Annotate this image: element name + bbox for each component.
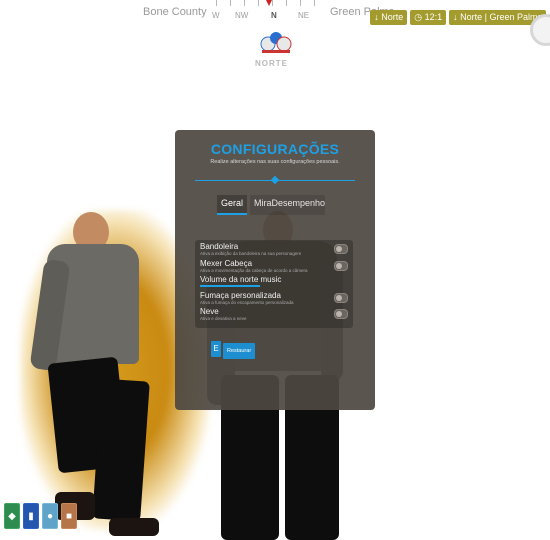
tab-mira-label: Mira (254, 198, 272, 208)
water-drop-icon: ● (42, 503, 58, 529)
compass-needle-icon (266, 0, 272, 6)
divider-diamond-icon (270, 175, 280, 185)
left-character (29, 200, 195, 540)
zone-name-left: Bone County (143, 6, 207, 18)
option-row-neve: Neve Ativa e desativa a neve (200, 307, 350, 323)
mexer-cabeca-toggle[interactable] (334, 261, 348, 271)
option-label: Neve (200, 307, 219, 316)
option-row-fumaca: Fumaça personalizada Ativa a fumaça do e… (200, 291, 350, 307)
option-label: Bandoleira (200, 242, 239, 251)
shield-icon: ◆ (4, 503, 20, 529)
logo-text: NORTE (255, 59, 288, 68)
settings-panel: CONFIGURAÇÕES Realize alterações nas sua… (175, 130, 375, 410)
neve-toggle[interactable] (334, 309, 348, 319)
option-label: Volume da norte music (200, 275, 282, 284)
settings-list: Bandoleira Ativa a exibição da bandoleir… (195, 240, 353, 328)
option-description: Ativa e desativa a neve (200, 316, 247, 321)
option-description: Ativa a movimentação da cabeça de acordo… (200, 268, 308, 273)
option-row-bandoleira: Bandoleira Ativa a exibição da bandoleir… (200, 242, 350, 258)
tab-geral[interactable]: Geral (217, 195, 248, 215)
food-icon: ■ (61, 503, 77, 529)
bandoleira-toggle[interactable] (334, 244, 348, 254)
status-badges: ↓ Norte ◷ 12:1 ↓ Norte | Green Palms (370, 10, 546, 25)
time-badge: ◷ 12:1 (410, 10, 447, 25)
panel-actions: E Restaurar (211, 341, 256, 359)
option-row-mexer-cabeca: Mexer Cabeça Ativa a movimentação da cab… (200, 259, 350, 275)
key-hint-button[interactable]: E (211, 341, 221, 357)
direction-badge: ↓ Norte (370, 10, 408, 25)
option-description: Ativa a exibição da bandoleira na sua pe… (200, 251, 302, 256)
option-row-volume: Volume da norte music (200, 275, 350, 291)
compass-dir-w: W (212, 11, 220, 20)
settings-title: CONFIGURAÇÕES (210, 141, 340, 157)
fumaca-toggle[interactable] (334, 293, 348, 303)
option-description: Ativa a fumaça do escapamento personaliz… (200, 300, 294, 305)
option-label: Fumaça personalizada (200, 291, 281, 300)
option-label: Mexer Cabeça (200, 259, 253, 268)
status-icons: ◆ ▮ ● ■ (4, 503, 77, 529)
restore-button[interactable]: Restaurar (223, 343, 256, 359)
compass-dir-n: N (271, 11, 277, 20)
compass-dir-ne: NE (298, 11, 310, 20)
tab-desempenho[interactable]: Desempenho (272, 198, 326, 208)
bottle-icon: ▮ (23, 503, 39, 529)
tab-mira[interactable]: MiraDesempenho (250, 195, 326, 215)
volume-slider[interactable] (200, 285, 260, 287)
settings-subtitle: Realize alterações nas suas configuraçõe… (210, 159, 340, 165)
settings-tabs: Geral MiraDesempenho (217, 195, 326, 215)
compass-dir-nw: NW (235, 11, 249, 20)
